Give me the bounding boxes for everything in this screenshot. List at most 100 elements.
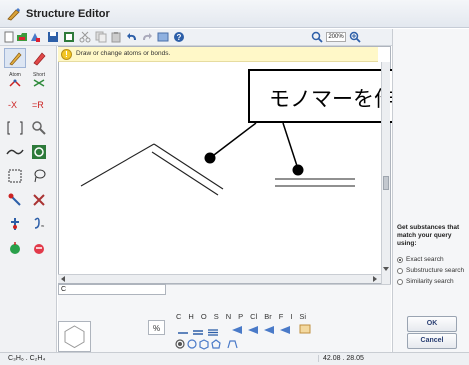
similarity-search-option[interactable]: Similarity search xyxy=(397,278,454,285)
propylene-double-bond-line-1[interactable] xyxy=(153,143,224,190)
magnifier-icon xyxy=(32,121,46,135)
stereo-bond-buttons[interactable] xyxy=(230,323,320,337)
search-atom-tool[interactable] xyxy=(28,118,50,138)
red-ball-icon xyxy=(34,244,44,254)
ring-tool[interactable] xyxy=(28,142,50,162)
draw-bond-tool[interactable] xyxy=(4,48,26,68)
svg-text:=R: =R xyxy=(32,100,44,110)
svg-text:-X: -X xyxy=(8,100,17,110)
element-button-h[interactable]: H xyxy=(188,312,193,321)
element-button-s[interactable]: S xyxy=(214,312,219,321)
scroll-left-arrow-icon[interactable] xyxy=(59,275,67,283)
vertical-scroll-thumb[interactable] xyxy=(383,176,389,190)
remove-x-icon: -X xyxy=(8,100,17,110)
lasso-tool[interactable] xyxy=(28,166,50,186)
lasso-icon xyxy=(34,169,46,183)
eraser-icon xyxy=(33,52,46,66)
element-button-o[interactable]: O xyxy=(201,312,207,321)
copy-icon[interactable] xyxy=(95,31,107,43)
green-ball-icon xyxy=(10,242,20,254)
bracket-tool[interactable] xyxy=(4,118,26,138)
move-tool[interactable] xyxy=(4,190,26,210)
element-button-cl[interactable]: Cl xyxy=(250,312,257,321)
structure-editor-icon xyxy=(7,8,20,21)
similarity-search-radio[interactable] xyxy=(397,278,403,285)
exact-search-option[interactable]: Exact search xyxy=(397,256,444,263)
isotope-tool[interactable]: ≈ xyxy=(28,214,50,234)
exact-search-label: Exact search xyxy=(406,256,444,263)
pencil-icon xyxy=(9,52,22,66)
open-icon[interactable] xyxy=(16,31,28,43)
substructure-search-option[interactable]: Substructure search xyxy=(397,267,464,274)
paste-icon[interactable] xyxy=(110,31,122,43)
cut-icon[interactable] xyxy=(79,31,91,43)
svg-text:≈: ≈ xyxy=(41,224,45,230)
element-button-i[interactable]: I xyxy=(290,312,292,321)
bond-type-buttons[interactable] xyxy=(176,325,222,337)
rect-select-tool[interactable] xyxy=(4,166,26,186)
chain-tool[interactable] xyxy=(4,142,26,162)
atom-arrows-icon xyxy=(9,79,21,87)
window-title: Structure Editor xyxy=(26,8,110,20)
zoom-in-icon[interactable] xyxy=(349,31,361,43)
help-icon[interactable]: ? xyxy=(173,31,185,43)
clear-formula-button[interactable]: % xyxy=(148,320,165,335)
bracket-icon xyxy=(7,121,23,135)
delete-tool[interactable] xyxy=(28,190,50,210)
element-and-bond-palette: C H O S N P Cl Br F I Si xyxy=(170,311,390,351)
element-button-p[interactable]: P xyxy=(238,312,243,321)
template-icon[interactable] xyxy=(29,31,41,43)
element-button-f[interactable]: F xyxy=(279,312,284,321)
atom-tool[interactable]: Atom xyxy=(4,70,26,90)
svg-text:%: % xyxy=(153,324,160,333)
r-group-tool[interactable]: =R xyxy=(28,94,50,114)
undo-icon[interactable] xyxy=(126,31,138,43)
propylene-single-bond[interactable] xyxy=(80,143,155,187)
pointer-dot-ethylene xyxy=(292,164,304,176)
ok-button[interactable]: OK xyxy=(407,316,457,332)
scroll-down-arrow-icon[interactable] xyxy=(382,265,390,273)
svg-text:?: ? xyxy=(177,33,182,42)
hint-text: Draw or change atoms or bonds. xyxy=(76,50,171,57)
ring-template-buttons[interactable] xyxy=(174,338,244,350)
query-heading: Get substances that match your query usi… xyxy=(397,224,460,247)
redo-icon[interactable] xyxy=(141,31,153,43)
charge-tool[interactable] xyxy=(4,214,26,234)
title-bar: Structure Editor xyxy=(0,0,469,28)
select-icon[interactable] xyxy=(63,31,75,43)
clear-icon[interactable] xyxy=(157,31,169,43)
zoom-out-icon[interactable] xyxy=(311,31,323,43)
template-preview[interactable] xyxy=(58,321,91,352)
left-tool-palette: Atom Short -X =R ≈ xyxy=(0,46,57,352)
clear-formula-icon: % xyxy=(153,324,160,333)
pointer-dot-propylene xyxy=(204,152,216,164)
move-icon xyxy=(8,193,21,206)
chain-icon xyxy=(6,149,24,155)
element-button-c[interactable]: C xyxy=(176,312,181,321)
scroll-right-arrow-icon[interactable] xyxy=(371,275,379,283)
charge-icon xyxy=(11,218,19,230)
shortcut-tool[interactable]: Short xyxy=(28,70,50,90)
vertical-scrollbar[interactable] xyxy=(381,62,390,284)
zoom-level[interactable]: 200% xyxy=(326,32,346,42)
horizontal-scrollbar[interactable] xyxy=(58,274,381,283)
exact-search-radio[interactable] xyxy=(397,256,403,263)
cancel-button[interactable]: Cancel xyxy=(407,333,457,349)
element-button-n[interactable]: N xyxy=(226,312,231,321)
fragment-red-tool[interactable] xyxy=(28,238,50,258)
element-button-br[interactable]: Br xyxy=(264,312,272,321)
hexagon-icon xyxy=(64,325,85,349)
fragment-green-tool[interactable] xyxy=(4,238,26,258)
substructure-search-label: Substructure search xyxy=(406,267,465,274)
new-icon[interactable] xyxy=(3,31,15,43)
save-icon[interactable] xyxy=(47,31,59,43)
element-button-si[interactable]: Si xyxy=(299,312,306,321)
eraser-tool[interactable] xyxy=(28,48,50,68)
element-list: C H O S N P Cl Br F I Si xyxy=(176,312,306,321)
callout-pointer-right xyxy=(282,122,299,170)
substructure-search-radio[interactable] xyxy=(397,267,403,274)
ring-icon xyxy=(32,145,46,159)
formula-input[interactable]: C xyxy=(58,284,166,295)
hint-bar: ! Draw or change atoms or bonds. xyxy=(58,47,378,62)
remove-x-tool[interactable]: -X xyxy=(4,94,26,114)
